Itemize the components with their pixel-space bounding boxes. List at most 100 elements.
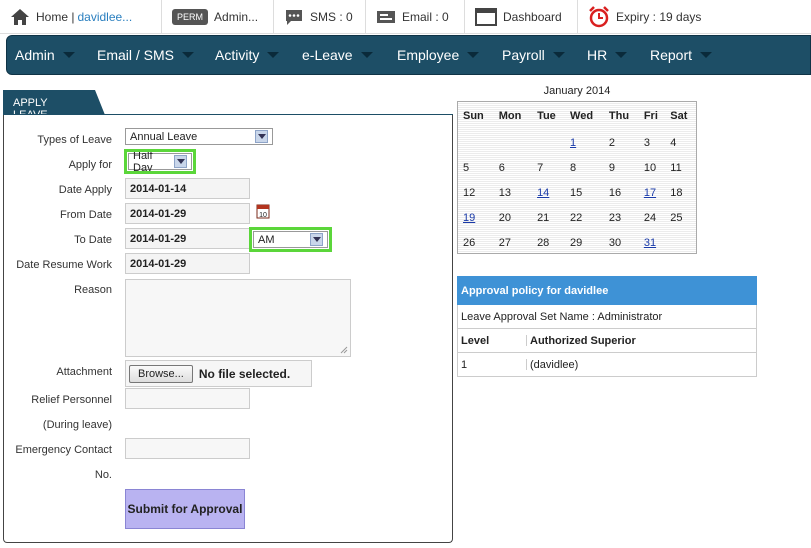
nav-hr[interactable]: HR bbox=[579, 35, 642, 75]
calendar-date[interactable]: 19 bbox=[458, 205, 494, 230]
window-icon bbox=[475, 8, 497, 26]
submit-button[interactable]: Submit for Approval bbox=[125, 489, 245, 529]
browse-button[interactable]: Browse... bbox=[129, 364, 193, 383]
nav-payroll[interactable]: Payroll bbox=[494, 35, 579, 75]
chevron-down-icon bbox=[267, 52, 280, 58]
reason-label: Reason bbox=[74, 284, 112, 296]
home-link[interactable]: Home | davidlee... bbox=[0, 0, 162, 34]
calendar-date: 27 bbox=[498, 236, 512, 249]
to-date-field[interactable]: 2014-01-29 bbox=[125, 228, 250, 249]
nav-email-sms-label: Email / SMS bbox=[97, 47, 175, 63]
nav-activity-label: Activity bbox=[215, 47, 260, 63]
apply-for-select[interactable]: Half Day bbox=[124, 149, 196, 174]
policy-table-header: Level Authorized Superior bbox=[457, 329, 757, 353]
calendar-date: 30 bbox=[608, 236, 622, 249]
username-link[interactable]: davidlee... bbox=[77, 10, 132, 24]
nav-report-label: Report bbox=[650, 47, 693, 63]
date-apply-label: Date Apply bbox=[58, 184, 112, 196]
admin-menu[interactable]: PERM Admin... bbox=[162, 0, 274, 34]
calendar-week: 12 3 4 bbox=[458, 130, 696, 155]
apply-for-label: Apply for bbox=[68, 159, 112, 171]
emergency-contact-input[interactable] bbox=[125, 438, 250, 459]
calendar-date: 7 bbox=[537, 161, 544, 174]
calendar-date: 15 bbox=[570, 186, 583, 199]
nav-e-leave[interactable]: e-Leave bbox=[294, 35, 389, 75]
email-link[interactable]: Email : 0 bbox=[366, 0, 465, 34]
emergency-label: Emergency Contact bbox=[15, 444, 112, 456]
chevron-down-icon bbox=[615, 52, 628, 58]
am-pm-value: AM bbox=[258, 233, 275, 246]
calendar-date: 8 bbox=[570, 161, 577, 174]
calendar-date: 18 bbox=[670, 186, 683, 199]
calendar-day-header: Thu bbox=[608, 110, 630, 122]
perm-badge: PERM bbox=[172, 9, 209, 25]
file-input[interactable]: Browse... No file selected. bbox=[125, 360, 312, 387]
calendar-date: 2 bbox=[608, 136, 616, 149]
leave-type-select[interactable]: Annual Leave bbox=[125, 128, 273, 145]
calendar-date: 12 bbox=[463, 186, 476, 199]
calendar-day-header: Sat bbox=[670, 110, 688, 122]
chevron-down-icon bbox=[467, 52, 480, 58]
during-leave-label: (During leave) bbox=[42, 419, 112, 431]
table-row: 1 (davidlee) bbox=[457, 353, 757, 377]
calendar-date: 21 bbox=[537, 211, 550, 224]
chevron-down-icon bbox=[700, 52, 713, 58]
chevron-down-icon bbox=[310, 233, 323, 246]
from-date-label: From Date bbox=[60, 209, 112, 221]
am-pm-select[interactable]: AM bbox=[249, 227, 332, 252]
calendar-date: 11 bbox=[670, 161, 682, 174]
calendar-date: 16 bbox=[608, 186, 622, 199]
dashboard-label: Dashboard bbox=[503, 10, 562, 24]
apply-for-value: Half Day bbox=[133, 149, 153, 174]
superior-header: Authorized Superior bbox=[530, 335, 636, 347]
level-cell: 1 bbox=[461, 359, 527, 371]
calendar-date: 13 bbox=[498, 186, 512, 199]
email-icon bbox=[377, 11, 395, 23]
calendar-week: 19 20 21 22 23 24 25 bbox=[458, 205, 696, 230]
relief-personnel-input[interactable] bbox=[125, 388, 250, 409]
calendar-title: January 2014 bbox=[543, 85, 611, 97]
calendar-week: 12 13 14 15 16 17 18 bbox=[458, 180, 696, 205]
email-count: Email : 0 bbox=[402, 10, 449, 24]
home-label: Home | bbox=[36, 10, 75, 24]
dashboard-link[interactable]: Dashboard bbox=[465, 0, 578, 34]
from-date-field[interactable]: 2014-01-29 bbox=[125, 203, 250, 224]
nav-payroll-label: Payroll bbox=[502, 47, 545, 63]
calendar-date[interactable]: 1 bbox=[565, 130, 604, 155]
calendar-empty-cell bbox=[665, 230, 696, 255]
nav-report[interactable]: Report bbox=[642, 35, 722, 75]
calendar-date: 29 bbox=[570, 236, 583, 249]
nav-employee-label: Employee bbox=[397, 47, 460, 63]
calendar-date: 10 bbox=[643, 161, 657, 174]
calendar-week: 26 27 28 29 30 31 bbox=[458, 230, 696, 255]
expiry-info: Expiry : 19 days bbox=[578, 0, 711, 34]
top-bar: Home | davidlee... PERM Admin... SMS : 0… bbox=[0, 0, 811, 34]
reason-textarea[interactable] bbox=[125, 279, 351, 357]
expiry-label: Expiry : 19 days bbox=[616, 10, 702, 24]
nav-admin[interactable]: Admin bbox=[7, 35, 89, 75]
home-icon bbox=[11, 9, 29, 25]
calendar-date[interactable]: 31 bbox=[639, 230, 665, 255]
calendar-date[interactable]: 17 bbox=[639, 180, 665, 205]
calendar-date[interactable]: 14 bbox=[532, 180, 565, 205]
leave-type-value: Annual Leave bbox=[130, 130, 198, 143]
nav-e-leave-label: e-Leave bbox=[302, 47, 353, 63]
calendar-date: 5 bbox=[463, 161, 470, 174]
calendar-grid: Sun Mon Tue Wed Thu Fri Sat 1 2 3 4 5 6 7 8 9 10 11 12 13 1… bbox=[458, 102, 696, 255]
chevron-down-icon bbox=[552, 52, 565, 58]
sms-link[interactable]: SMS : 0 bbox=[274, 0, 366, 34]
nav-email-sms[interactable]: Email / SMS bbox=[89, 35, 207, 75]
emergency-no-label: No. bbox=[94, 469, 112, 481]
nav-employee[interactable]: Employee bbox=[389, 35, 494, 75]
alarm-clock-icon bbox=[589, 6, 609, 28]
calendar-date: 4 bbox=[670, 136, 677, 149]
calendar-day-header: Sun bbox=[463, 110, 484, 122]
level-header: Level bbox=[461, 335, 527, 347]
resize-grip-icon[interactable] bbox=[340, 346, 348, 354]
calendar-empty-cell bbox=[532, 130, 565, 155]
date-apply-field: 2014-01-14 bbox=[125, 178, 250, 199]
calendar-icon[interactable]: 10 bbox=[256, 203, 270, 219]
attachment-label: Attachment bbox=[56, 366, 112, 378]
tab-apply-leave[interactable]: APPLY LEAVE bbox=[3, 90, 105, 121]
nav-activity[interactable]: Activity bbox=[207, 35, 294, 75]
